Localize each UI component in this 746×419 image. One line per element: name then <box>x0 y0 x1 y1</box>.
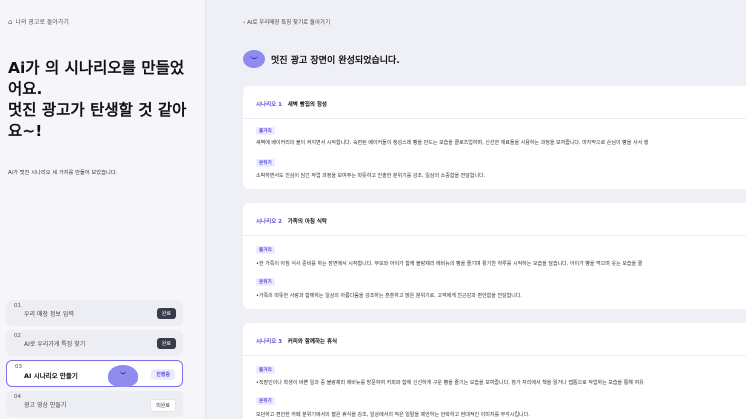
heading-row: 멋진 광고 장면이 완성되었습니다. <box>243 50 400 68</box>
divider <box>243 355 746 356</box>
mood-tag: 분위기 <box>256 159 275 167</box>
sidebar: ⌂ 나의 광고로 돌아가기 Ai가 의 시나리오를 만들었어요. 멋진 광고가 … <box>0 0 206 419</box>
main-content: ‹ AI로 우리매장 특징 찾기로 돌아가기 멋진 광고 장면이 완성되었습니다… <box>206 0 746 419</box>
plot-text: •한 가족이 아침 식사 준비를 하는 장면에서 시작합니다. 부모와 아이가 … <box>256 261 643 267</box>
scenario-title: 시나리오 1 새벽 빵집의 정성 <box>256 100 327 108</box>
step-make-video[interactable]: 04 광고 영상 만들기 미완료 <box>6 391 183 417</box>
scenario-label: 시나리오 1 <box>256 102 282 108</box>
scenario-card-3[interactable]: 시나리오 3 커피와 함께하는 휴식 줄거리 •직장인이나 학생이 바쁜 일과 … <box>243 323 746 419</box>
step-label: 광고 영상 만들기 <box>24 402 67 409</box>
plot-tag: 줄거리 <box>256 246 275 254</box>
scenario-label: 시나리오 2 <box>256 219 282 225</box>
step-find-features[interactable]: 02 AI로 우리가게 특징 찾기 완료 <box>6 330 183 356</box>
divider <box>243 118 746 119</box>
back-to-my-ads-label: 나의 광고로 돌아가기 <box>15 19 69 26</box>
scenario-card-1[interactable]: 시나리오 1 새벽 빵집의 정성 줄거리 새벽에 베이커리의 불이 켜지면서 시… <box>243 86 746 189</box>
scenario-title: 시나리오 3 커피와 함께하는 휴식 <box>256 337 337 345</box>
plot-text: •직장인이나 학생이 바쁜 일과 중 블랑제리 에비뉴를 방문하여 커피와 함께… <box>256 380 644 386</box>
home-icon: ⌂ <box>8 17 13 26</box>
mood-tag: 분위기 <box>256 397 275 405</box>
scenario-name: 새벽 빵집의 정성 <box>287 102 327 108</box>
status-badge: 완료 <box>156 308 176 319</box>
scenario-name: 커피와 함께하는 휴식 <box>287 339 338 345</box>
plot-tag: 줄거리 <box>256 366 275 374</box>
divider <box>243 235 746 236</box>
plot-tag: 줄거리 <box>256 127 275 135</box>
page-title-text: Ai가 의 시나리오를 만들었어요. 멋진 광고가 탄생할 것 같아요~! <box>8 59 187 140</box>
step-number: 02 <box>14 333 21 339</box>
plot-text: 새벽에 베이커리의 불이 켜지면서 시작합니다. 숙련된 베이커들이 정성스레 … <box>256 140 649 146</box>
step-label: 우리 매장 정보 입력 <box>24 311 74 318</box>
step-number: 01 <box>14 303 21 309</box>
mascot-icon <box>108 365 138 387</box>
status-badge: 완료 <box>156 338 176 349</box>
step-number: 03 <box>15 364 22 370</box>
scenario-title: 시나리오 2 가족의 아침 식탁 <box>256 217 327 225</box>
mood-text: 소박하면서도 진심이 담긴 작업 과정을 보여주는 따뜻하고 진솔한 분위기를 … <box>256 173 486 179</box>
breadcrumb[interactable]: ‹ AI로 우리매장 특징 찾기로 돌아가기 <box>243 18 330 26</box>
step-make-scenario[interactable]: 03 AI 시나리오 만들기 진행중 <box>6 360 183 387</box>
step-list: 01 우리 매장 정보 입력 완료 02 AI로 우리가게 특징 찾기 완료 0… <box>6 300 183 419</box>
step-number: 04 <box>14 394 21 400</box>
mood-tag: 분위기 <box>256 278 275 286</box>
scenario-name: 가족의 아침 식탁 <box>287 219 327 225</box>
mood-text: •가족의 따뜻한 사랑과 함께하는 일상의 아름다움을 강조하는 훈훈하고 밝은… <box>256 293 522 299</box>
back-to-my-ads-link[interactable]: ⌂ 나의 광고로 돌아가기 <box>8 17 69 27</box>
mascot-icon <box>243 50 265 68</box>
scenario-label: 시나리오 3 <box>256 339 282 345</box>
mood-text: 모던하고 편안한 카페 분위기에서의 짧은 휴식을 강조, 일상에서의 작은 일… <box>256 412 530 418</box>
step-label: AI로 우리가게 특징 찾기 <box>24 341 86 348</box>
status-badge: 미완료 <box>150 399 176 412</box>
scenario-card-2[interactable]: 시나리오 2 가족의 아침 식탁 줄거리 •한 가족이 아침 식사 준비를 하는… <box>243 203 746 309</box>
step-store-info[interactable]: 01 우리 매장 정보 입력 완료 <box>6 300 183 326</box>
breadcrumb-label: AI로 우리매장 특징 찾기로 돌아가기 <box>246 20 331 26</box>
page-title: Ai가 의 시나리오를 만들었어요. 멋진 광고가 탄생할 것 같아요~! <box>8 58 198 142</box>
heading: 멋진 광고 장면이 완성되었습니다. <box>271 55 400 66</box>
page-subtitle: Ai가 멋진 시나리오 세 가지를 만들어 보았습니다. <box>8 170 118 176</box>
step-label: AI 시나리오 만들기 <box>24 372 78 380</box>
status-badge: 진행중 <box>151 369 175 380</box>
